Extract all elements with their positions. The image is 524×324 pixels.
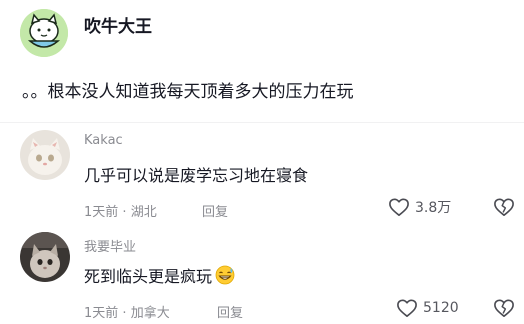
comment-username[interactable]: Kakac <box>84 133 123 148</box>
dislike-button[interactable] <box>493 298 515 322</box>
comment-meta: 1天前 · 加拿大 <box>84 302 170 321</box>
heart-icon <box>389 198 409 216</box>
post-author-avatar[interactable] <box>20 9 68 57</box>
heart-icon <box>397 299 417 317</box>
post-text: 。。根本没人知道我每天顶着多大的压力在玩 <box>22 82 354 102</box>
cat-bowl-illustration <box>20 9 68 57</box>
meta-separator: · <box>118 306 131 321</box>
comment-time: 1天前 <box>84 205 119 220</box>
like-count: 5120 <box>423 300 459 316</box>
comment-text: 几乎可以说是废学忘习地在寝食 <box>84 166 309 185</box>
comment-avatar[interactable] <box>20 130 70 180</box>
like-button[interactable]: 3.8万 <box>388 197 451 217</box>
divider <box>0 122 524 123</box>
comment-text-content: 死到临头更是疯玩 <box>84 267 213 286</box>
meta-separator: · <box>118 205 131 220</box>
reply-button[interactable]: 回复 <box>202 201 228 220</box>
comment-username[interactable]: 我要毕业 <box>84 236 136 255</box>
grinning-sweat-emoji-icon <box>215 265 235 289</box>
reply-button[interactable]: 回复 <box>217 302 243 321</box>
comment-meta: 1天前 · 湖北 <box>84 201 157 220</box>
comment-text: 死到临头更是疯玩 <box>84 263 235 289</box>
white-cat-avatar <box>20 130 70 180</box>
dislike-button[interactable] <box>493 197 515 221</box>
comment-location: 加拿大 <box>130 306 170 321</box>
comment-time: 1天前 <box>84 306 119 321</box>
broken-heart-icon <box>494 198 514 216</box>
post-author-name[interactable]: 吹牛大王 <box>84 12 152 37</box>
broken-heart-icon <box>494 299 514 317</box>
cat-avatar <box>20 232 70 282</box>
like-button[interactable]: 5120 <box>396 298 459 318</box>
like-count: 3.8万 <box>415 200 452 216</box>
comment-avatar[interactable] <box>20 232 70 282</box>
comment-location: 湖北 <box>130 205 157 220</box>
